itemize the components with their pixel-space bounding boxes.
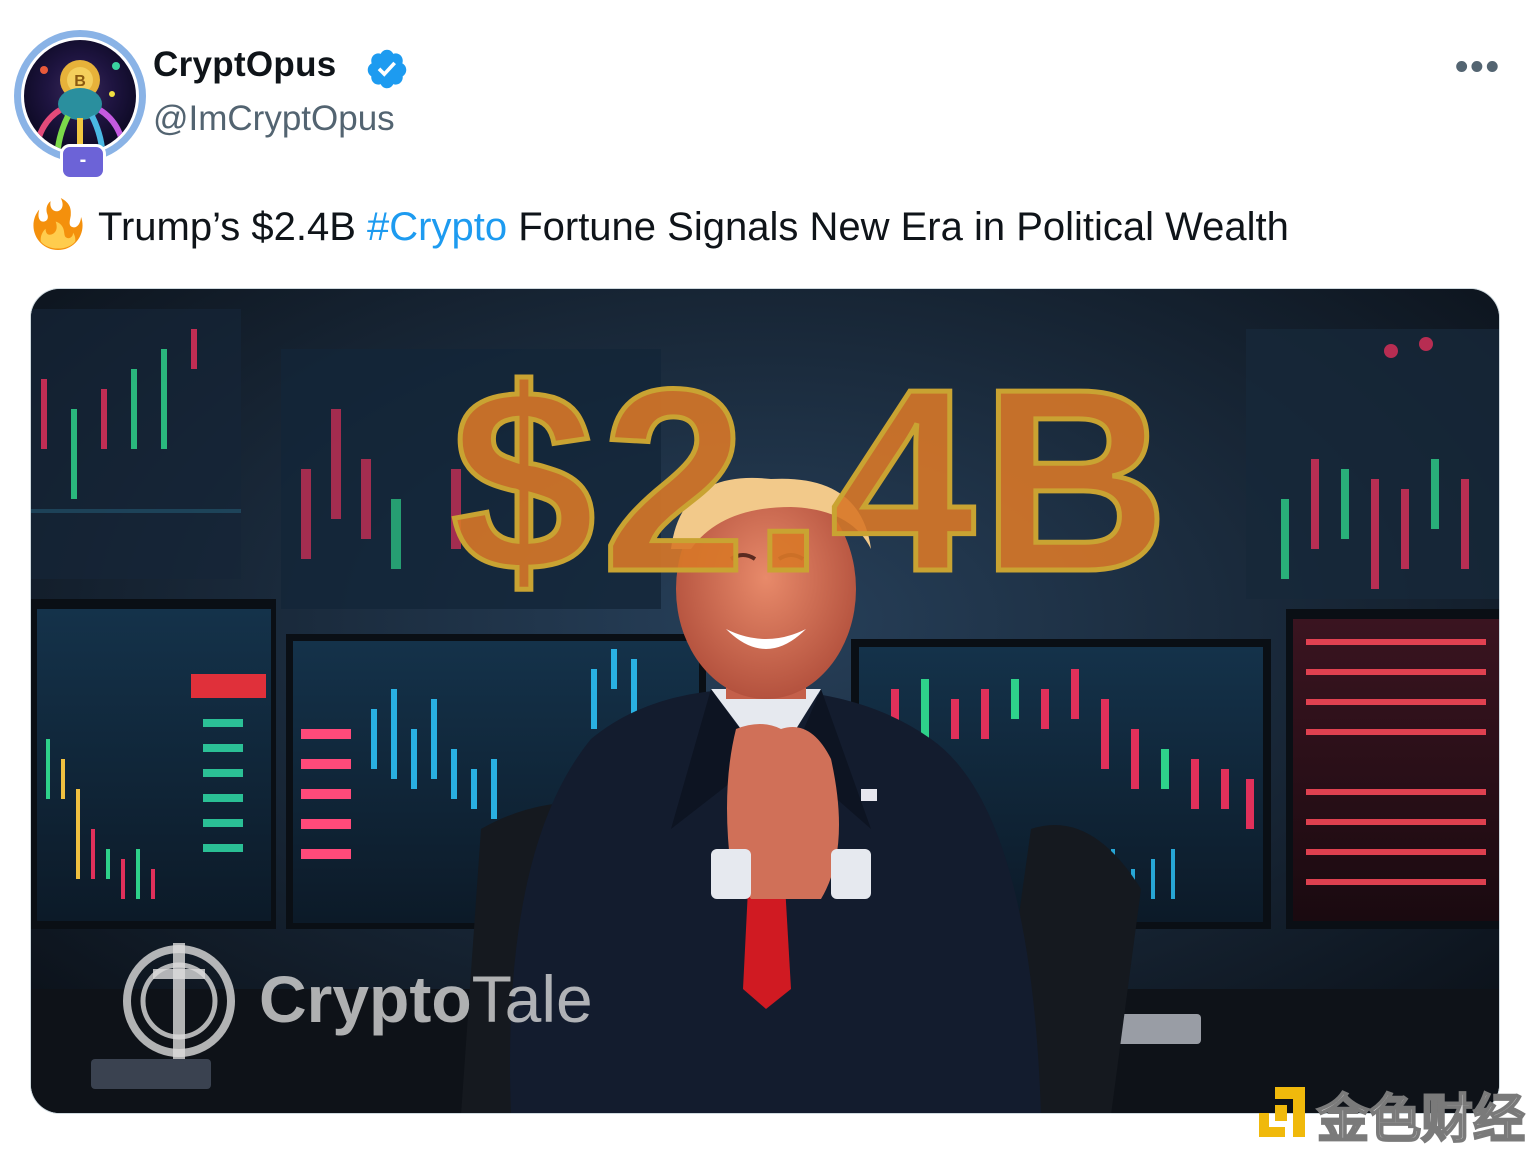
fire-emoji-icon (33, 198, 83, 250)
wordmark-bold: Crypto (259, 962, 472, 1036)
post-image[interactable]: $2.4B CryptoTale (30, 288, 1500, 1114)
jinse-wordmark: 金色财经 (1316, 1090, 1526, 1150)
wordmark-light: Tale (471, 962, 593, 1036)
hashtag-link[interactable]: #Crypto (367, 205, 507, 249)
avatar-badge: - (60, 144, 106, 180)
headline-overlay: $2.4B (449, 334, 1175, 629)
avatar[interactable]: B (14, 30, 146, 162)
cryptotale-watermark: CryptoTale (117, 939, 637, 1059)
jinse-logo-icon (1259, 1087, 1305, 1137)
more-options-icon[interactable]: ••• (1455, 48, 1501, 86)
jinse-watermark: 金色财经 (1255, 1083, 1535, 1150)
display-name[interactable]: CryptOpus (153, 45, 337, 85)
post-text-start: Trump’s $2.4B (98, 205, 368, 249)
cryptotale-wordmark: CryptoTale (259, 961, 593, 1037)
cryptotale-logo-icon (123, 943, 235, 1059)
octopus-avatar-icon: B (21, 37, 139, 155)
user-handle[interactable]: @ImCryptOpus (153, 99, 395, 139)
verified-badge-icon (367, 49, 407, 89)
svg-text:B: B (74, 73, 86, 90)
post-text: Trump’s $2.4B #Crypto Fortune Signals Ne… (32, 198, 1289, 250)
post-text-end: Fortune Signals New Era in Political Wea… (507, 205, 1289, 249)
